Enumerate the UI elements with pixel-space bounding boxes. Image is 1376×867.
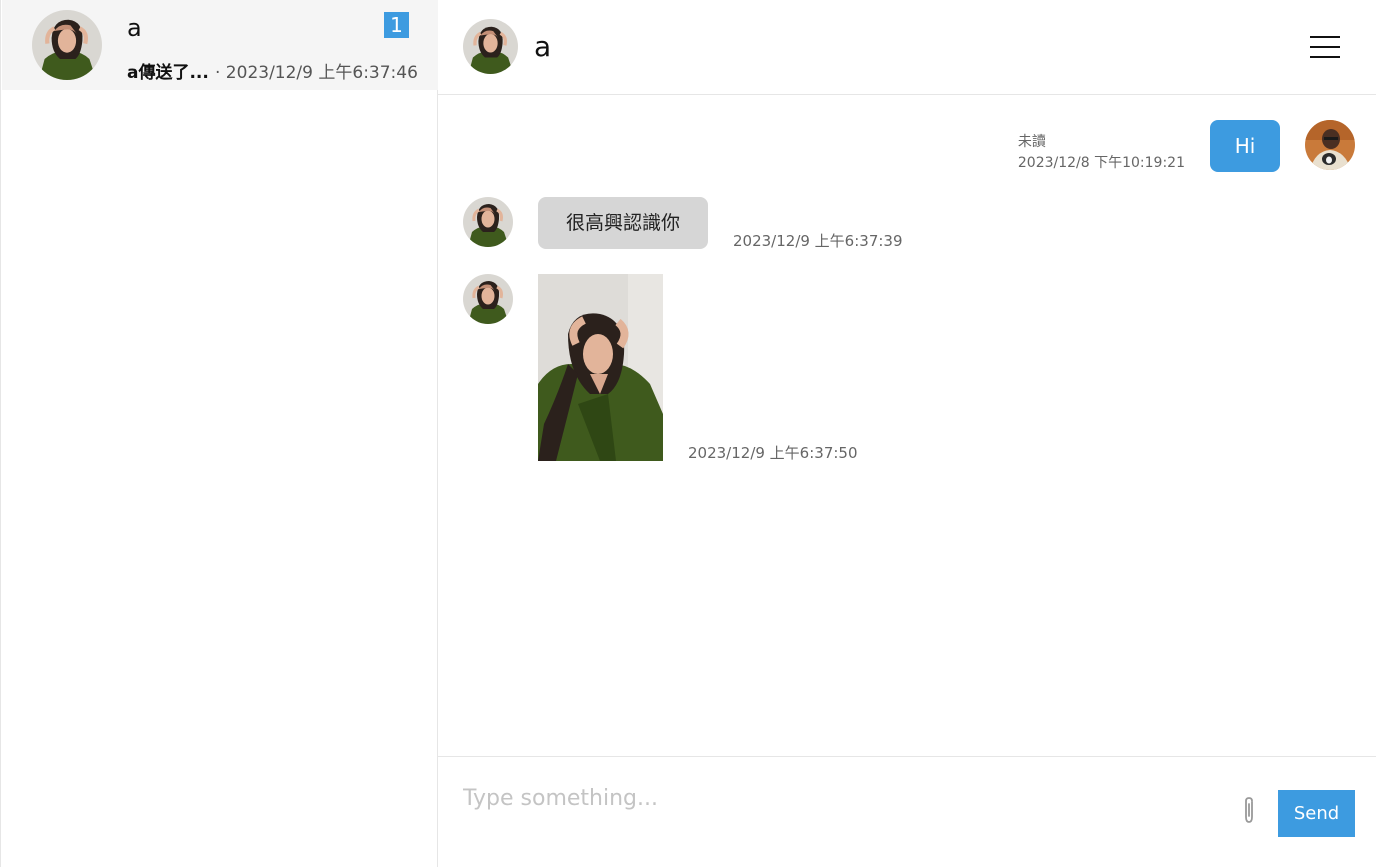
avatar xyxy=(463,274,513,324)
chat-contact-name: a xyxy=(534,30,552,63)
read-status: 未讀 xyxy=(1017,134,1046,150)
conversation-item[interactable]: a 1 a傳送了... · 2023/12/9 上午6:37:46 xyxy=(2,0,438,90)
conversation-name: a xyxy=(127,14,142,42)
message-time: 2023/12/9 上午6:37:39 xyxy=(733,232,903,250)
message-input[interactable] xyxy=(463,781,1223,815)
unread-badge: 1 xyxy=(384,12,409,38)
message-composer: Send xyxy=(438,756,1376,867)
avatar xyxy=(1305,120,1355,170)
chat-panel: a 未讀 2023/12/8 下午10:19:21 Hi 很高興認識你 2023… xyxy=(438,0,1376,867)
image-message[interactable] xyxy=(538,274,663,461)
conversation-time: · 2023/12/9 上午6:37:46 xyxy=(215,63,418,83)
chat-app: a 1 a傳送了... · 2023/12/9 上午6:37:46 a 未讀 2… xyxy=(0,0,1376,867)
message-time: 2023/12/8 下午10:19:21 xyxy=(1017,155,1185,171)
outgoing-message-bubble: Hi xyxy=(1210,120,1280,172)
send-button[interactable]: Send xyxy=(1278,790,1355,837)
outgoing-message-meta: 未讀 2023/12/8 下午10:19:21 xyxy=(1018,132,1185,174)
incoming-message-bubble: 很高興認識你 xyxy=(538,197,708,249)
chat-header: a xyxy=(438,0,1376,95)
avatar xyxy=(463,19,518,74)
paperclip-icon[interactable] xyxy=(1239,795,1259,825)
conversation-preview: a傳送了... xyxy=(127,63,209,83)
conversation-sidebar: a 1 a傳送了... · 2023/12/9 上午6:37:46 xyxy=(0,0,438,867)
hamburger-menu-icon[interactable] xyxy=(1310,36,1340,58)
avatar xyxy=(463,197,513,247)
avatar xyxy=(32,10,102,80)
message-time: 2023/12/9 上午6:37:50 xyxy=(688,444,858,462)
